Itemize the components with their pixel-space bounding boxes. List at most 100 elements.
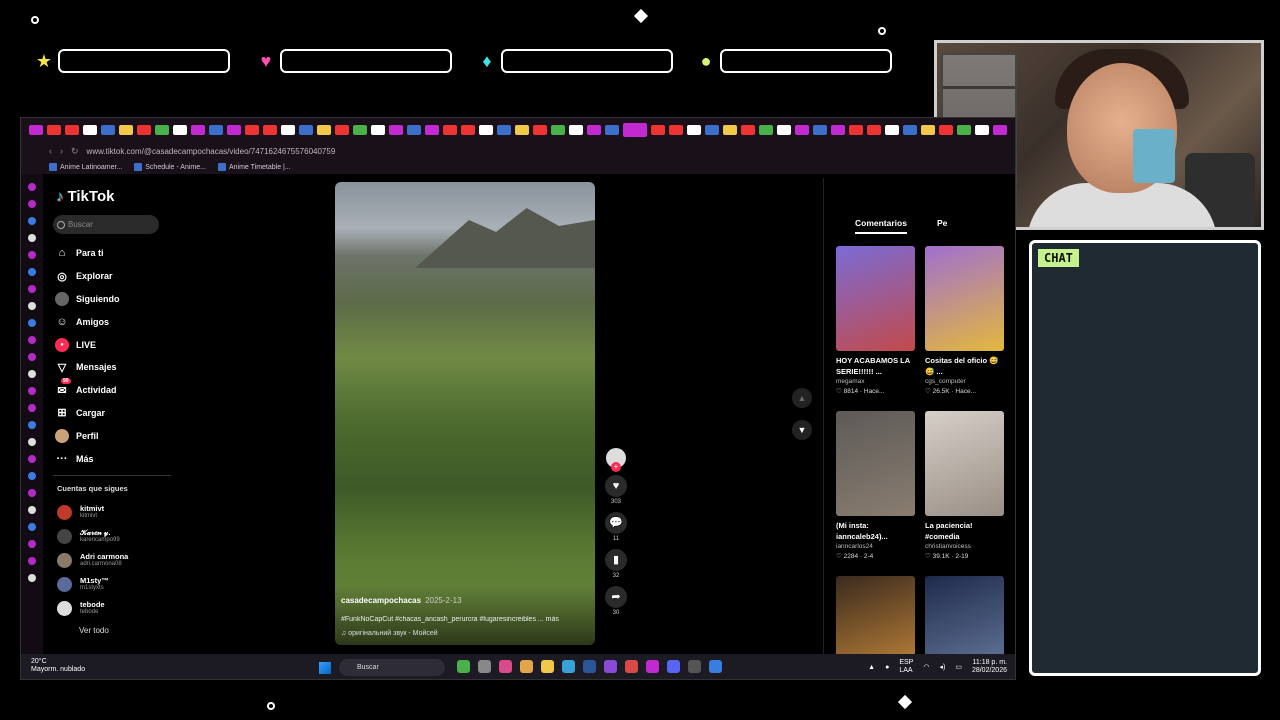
browser-tab[interactable] <box>885 125 899 135</box>
browser-tab[interactable] <box>119 125 133 135</box>
browser-tab[interactable] <box>65 125 79 135</box>
browser-tab[interactable] <box>245 125 259 135</box>
sidebar-app-icon[interactable] <box>28 234 36 242</box>
nav-item-actividad[interactable]: ✉ 99 Actividad <box>55 378 165 402</box>
video-author[interactable]: casadecampochacas 2025-2-13 <box>341 596 462 605</box>
browser-tab[interactable] <box>669 125 683 135</box>
sidebar-app-icon[interactable] <box>28 285 36 293</box>
comment-icon[interactable]: 💬 <box>605 512 627 534</box>
browser-tab[interactable] <box>831 125 845 135</box>
recommended-video-card[interactable]: (Mi insta: ianncaleb24)...ianncarlos2422… <box>836 411 915 561</box>
url-text[interactable]: www.tiktok.com/@casadecampochacas/video/… <box>87 147 336 156</box>
browser-tab[interactable] <box>939 125 953 135</box>
bookmark-item[interactable]: Anime Timetable |... <box>218 163 291 171</box>
taskbar-app-icon[interactable] <box>520 660 533 673</box>
comment-action[interactable]: 💬 11 <box>601 512 631 542</box>
taskbar-app-icon[interactable] <box>667 660 680 673</box>
browser-tab[interactable] <box>533 125 547 135</box>
nav-item-live[interactable]: ● LIVE <box>55 333 165 356</box>
video-description[interactable]: #FunkNoCapCut #chacas_ancash_perurcra #l… <box>341 616 589 623</box>
creator-avatar[interactable]: + <box>606 448 626 472</box>
browser-tab[interactable] <box>191 125 205 135</box>
weather-widget[interactable]: 20°C Mayorm. nublado <box>31 658 85 674</box>
browser-tab[interactable] <box>605 125 619 135</box>
next-video-button[interactable]: ▼ <box>792 420 812 440</box>
wifi-icon[interactable]: ◠ <box>923 663 929 671</box>
nav-item-amigos[interactable]: ☺ Amigos <box>55 310 165 333</box>
browser-tab[interactable] <box>993 125 1007 135</box>
browser-tab[interactable] <box>515 125 529 135</box>
taskbar-app-icon[interactable] <box>646 660 659 673</box>
nav-item-mensajes[interactable]: ▽ Mensajes <box>55 356 165 379</box>
browser-tab-bar[interactable] <box>21 118 1015 142</box>
following-account[interactable]: Adri carmona adri.carmona08 <box>57 548 177 572</box>
browser-tab[interactable] <box>569 125 583 135</box>
browser-tab[interactable] <box>407 125 421 135</box>
nav-item-explorar[interactable]: ◎ Explorar <box>55 265 165 288</box>
card-title[interactable]: (Mi insta: ianncaleb24)... <box>836 520 915 542</box>
browser-tab[interactable] <box>443 125 457 135</box>
follow-plus-icon[interactable]: + <box>611 462 621 472</box>
card-user[interactable]: cgs_computer <box>925 377 1004 387</box>
following-account[interactable]: tebode tebode <box>57 596 177 620</box>
nav-item-para-ti[interactable]: ⌂ Para ti <box>55 242 165 265</box>
browser-tab[interactable] <box>777 125 791 135</box>
browser-tab[interactable] <box>281 125 295 135</box>
browser-tab[interactable] <box>975 125 989 135</box>
sidebar-app-icon[interactable] <box>28 319 36 327</box>
recommended-video-card[interactable]: Cositas del oficio 😅😅 ...cgs_computer26.… <box>925 246 1004 396</box>
recommended-video-card[interactable]: HOY ACABAMOS LA SERIE!!!!!! ...megamax88… <box>836 246 915 396</box>
browser-tab[interactable] <box>263 125 277 135</box>
sidebar-app-icon[interactable] <box>28 540 36 548</box>
browser-tab[interactable] <box>299 125 313 135</box>
browser-tab[interactable] <box>425 125 439 135</box>
sidebar-app-icon[interactable] <box>28 387 36 395</box>
browser-tab[interactable] <box>371 125 385 135</box>
sidebar-app-icon[interactable] <box>28 574 36 582</box>
microphone-icon[interactable]: ● <box>885 664 889 671</box>
browser-tab[interactable] <box>813 125 827 135</box>
like-action[interactable]: ♥ 303 <box>601 475 631 505</box>
heart-icon[interactable]: ♥ <box>605 475 627 497</box>
video-thumbnail[interactable] <box>836 246 915 351</box>
browser-tab[interactable] <box>741 125 755 135</box>
taskbar-app-icon[interactable] <box>604 660 617 673</box>
sidebar-app-icon[interactable] <box>28 421 36 429</box>
nav-item-siguiendo[interactable]: Siguiendo <box>55 288 165 311</box>
sidebar-app-icon[interactable] <box>28 268 36 276</box>
tab-comentarios[interactable]: Comentarios <box>855 218 907 234</box>
taskbar-app-icon[interactable] <box>688 660 701 673</box>
following-account[interactable]: M1sty™ m1styxts <box>57 572 177 596</box>
reload-icon[interactable]: ↻ <box>71 146 79 157</box>
language-indicator[interactable]: ESP LAA <box>899 659 913 675</box>
browser-tab[interactable] <box>723 125 737 135</box>
sidebar-app-icon[interactable] <box>28 455 36 463</box>
browser-tab[interactable] <box>687 125 701 135</box>
browser-tab[interactable] <box>101 125 115 135</box>
save-action[interactable]: ▮ 32 <box>601 549 631 579</box>
browser-tab[interactable] <box>389 125 403 135</box>
nav-item-cargar[interactable]: ⊞ Cargar <box>55 402 165 425</box>
browser-tab[interactable] <box>651 125 665 135</box>
tray-chevron-icon[interactable]: ▲ <box>868 664 875 671</box>
sidebar-app-icon[interactable] <box>28 472 36 480</box>
taskbar-search[interactable]: Buscar <box>339 659 445 676</box>
sidebar-app-icon[interactable] <box>28 353 36 361</box>
video-thumbnail[interactable] <box>925 411 1004 516</box>
browser-tab[interactable] <box>83 125 97 135</box>
taskbar-app-icon[interactable] <box>583 660 596 673</box>
card-title[interactable]: La paciencia! #comedia <box>925 520 1004 542</box>
sidebar-app-icon[interactable] <box>28 302 36 310</box>
sidebar-app-icon[interactable] <box>28 183 36 191</box>
browser-tab[interactable] <box>47 125 61 135</box>
forward-icon[interactable]: › <box>60 146 63 156</box>
back-icon[interactable]: ‹ <box>49 146 52 156</box>
browser-tab[interactable] <box>335 125 349 135</box>
address-bar[interactable]: ‹ › ↻ www.tiktok.com/@casadecampochacas/… <box>21 142 1015 160</box>
browser-tab[interactable] <box>759 125 773 135</box>
volume-icon[interactable]: ◂) <box>939 663 945 671</box>
nav-item-perfil[interactable]: Perfil <box>55 424 165 447</box>
video-thumbnail[interactable] <box>925 246 1004 351</box>
recommended-video-card[interactable]: La paciencia! #comediachristianvoicess39… <box>925 411 1004 561</box>
following-account[interactable]: kitmivt kitmivt <box>57 500 177 524</box>
